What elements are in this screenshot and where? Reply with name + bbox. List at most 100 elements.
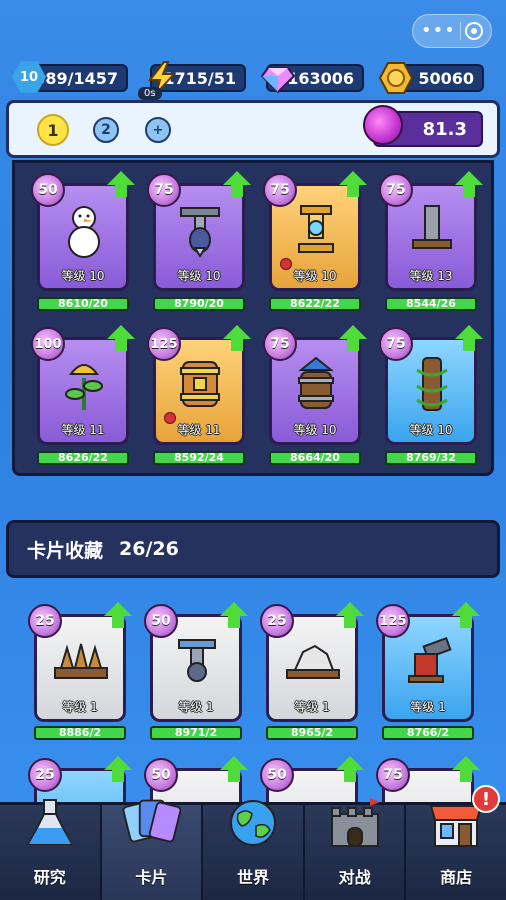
card-progress: 8622/22 bbox=[269, 297, 361, 311]
snowman-icon bbox=[54, 200, 114, 260]
card-progress: 8971/2 bbox=[150, 726, 242, 740]
card-progress: 8965/2 bbox=[266, 726, 358, 740]
upgrade-arrow-icon bbox=[339, 171, 367, 197]
card-cost: 100 bbox=[31, 327, 65, 361]
card-level: 等级 10 bbox=[409, 423, 453, 437]
card-level: 等级 1 bbox=[294, 700, 330, 714]
card-cost: 125 bbox=[147, 327, 181, 361]
deck-panel: 等级 10 50 8610/20 等级 10 75 8790/20 等级 10 … bbox=[12, 160, 494, 476]
nav-battle[interactable]: 对战 bbox=[305, 798, 407, 900]
card-progress: 8610/20 bbox=[37, 297, 129, 311]
card-progress: 8544/26 bbox=[385, 297, 477, 311]
card-cost: 75 bbox=[263, 327, 297, 361]
card-cost: 50 bbox=[144, 758, 178, 792]
close-icon[interactable] bbox=[464, 22, 483, 40]
add-deck-button[interactable]: + bbox=[145, 117, 171, 143]
miniprogram-capsule[interactable]: ••• bbox=[412, 14, 492, 48]
upgrade-arrow-icon bbox=[339, 325, 367, 351]
elixir-value: 81.3 bbox=[422, 118, 467, 140]
energy-resource[interactable]: 1715/51 bbox=[147, 61, 246, 95]
barrel-chest-icon bbox=[170, 354, 230, 414]
card-level: 等级 10 bbox=[293, 269, 337, 283]
upgrade-arrow-icon bbox=[223, 171, 251, 197]
hammer-icon bbox=[402, 200, 462, 260]
drill-icon bbox=[170, 200, 230, 260]
deck-card[interactable]: 等级 10 75 bbox=[263, 325, 367, 445]
collection-card[interactable]: 等级 1 25 bbox=[28, 602, 132, 722]
progress-label: 8592/24 bbox=[174, 451, 224, 464]
collection-card[interactable]: 等级 1 125 bbox=[376, 602, 480, 722]
nav-research-label: 研究 bbox=[33, 868, 66, 887]
flask-icon bbox=[20, 793, 80, 853]
card-progress: 8626/22 bbox=[37, 451, 129, 465]
nav-research[interactable]: 研究 bbox=[0, 799, 102, 900]
collection-grid: 等级 1 25 8886/2 等级 1 50 8971/2 等级 1 25 89… bbox=[12, 580, 494, 876]
upgrade-arrow-icon bbox=[107, 171, 135, 197]
castle-icon bbox=[325, 793, 385, 853]
trophy-value: 389/1457 bbox=[34, 68, 118, 88]
upgrade-arrow-icon bbox=[336, 602, 364, 628]
more-icon[interactable]: ••• bbox=[421, 22, 456, 40]
globe-icon bbox=[223, 793, 283, 853]
deck-card[interactable]: 等级 10 50 bbox=[31, 171, 135, 291]
progress-label: 8610/20 bbox=[58, 297, 108, 310]
deck-card[interactable]: 等级 10 75 bbox=[379, 325, 483, 445]
trophy-resource[interactable]: 10 389/1457 bbox=[12, 61, 128, 93]
deck-tab-1[interactable]: 1 bbox=[37, 114, 69, 146]
bottom-nav: 研究 卡片 世界 对战 ! 商店 bbox=[0, 785, 506, 900]
spikes-icon bbox=[51, 631, 111, 691]
card-cost: 25 bbox=[260, 604, 294, 638]
card-progress: 8886/2 bbox=[34, 726, 126, 740]
thorn-log-icon bbox=[402, 354, 462, 414]
progress-label: 8965/2 bbox=[290, 726, 334, 739]
nav-cards[interactable]: 卡片 bbox=[101, 799, 204, 900]
collection-count: 26/26 bbox=[119, 538, 179, 560]
gem-resource[interactable]: 163006 bbox=[260, 64, 364, 94]
collection-card[interactable]: 等级 1 50 bbox=[144, 602, 248, 722]
crystal-lamp-icon bbox=[286, 200, 346, 260]
upgrade-arrow-icon bbox=[452, 602, 480, 628]
card-collection-header: 卡片收藏 26/26 bbox=[6, 520, 500, 578]
card-level: 等级 13 bbox=[409, 269, 453, 283]
collection-card[interactable]: 等级 1 25 bbox=[260, 602, 364, 722]
coin-resource[interactable]: 50060 bbox=[378, 62, 484, 94]
card-progress: 8592/24 bbox=[153, 451, 245, 465]
card-cost: 50 bbox=[260, 758, 294, 792]
progress-label: 8664/20 bbox=[290, 451, 340, 464]
upgrade-arrow-icon bbox=[104, 602, 132, 628]
shop-alert-badge: ! bbox=[471, 785, 500, 813]
card-progress: 8769/32 bbox=[385, 451, 477, 465]
rock-icon bbox=[283, 631, 343, 691]
progress-label: 8622/22 bbox=[290, 297, 340, 310]
cannon-icon bbox=[399, 631, 459, 691]
nav-world[interactable]: 世界 bbox=[203, 800, 305, 900]
upgrade-arrow-icon bbox=[223, 325, 251, 351]
card-cost: 75 bbox=[263, 173, 297, 207]
player-level-badge: 10 bbox=[19, 69, 39, 85]
card-cost: 75 bbox=[147, 173, 181, 207]
deck-card[interactable]: 等级 11 125 bbox=[147, 325, 251, 445]
nav-battle-label: 对战 bbox=[338, 868, 371, 887]
coin-value: 50060 bbox=[418, 68, 474, 88]
progress-label: 8790/20 bbox=[174, 297, 224, 310]
card-level: 等级 10 bbox=[293, 423, 337, 437]
capsule-divider bbox=[459, 22, 461, 40]
deck-card[interactable]: 等级 10 75 bbox=[147, 171, 251, 291]
card-level: 等级 11 bbox=[177, 423, 221, 437]
cards-icon bbox=[121, 793, 182, 853]
card-level: 等级 11 bbox=[61, 423, 105, 437]
deck-card[interactable]: 等级 11 100 bbox=[31, 325, 135, 445]
upgrade-arrow-icon bbox=[107, 325, 135, 351]
progress-label: 8544/26 bbox=[406, 297, 456, 310]
nav-world-label: 世界 bbox=[236, 868, 269, 887]
deck-tab-bar: 1 2 + 81.3 bbox=[6, 100, 500, 158]
upgrade-arrow-icon bbox=[455, 171, 483, 197]
deck-tab-2[interactable]: 2 bbox=[93, 117, 119, 143]
deck-card[interactable]: 等级 10 75 bbox=[263, 171, 367, 291]
card-level: 等级 10 bbox=[61, 269, 105, 283]
coin-icon bbox=[378, 62, 414, 94]
nav-shop[interactable]: ! 商店 bbox=[406, 785, 506, 900]
deck-card[interactable]: 等级 13 75 bbox=[379, 171, 483, 291]
nav-shop-label: 商店 bbox=[440, 868, 473, 887]
card-cost: 75 bbox=[379, 327, 413, 361]
